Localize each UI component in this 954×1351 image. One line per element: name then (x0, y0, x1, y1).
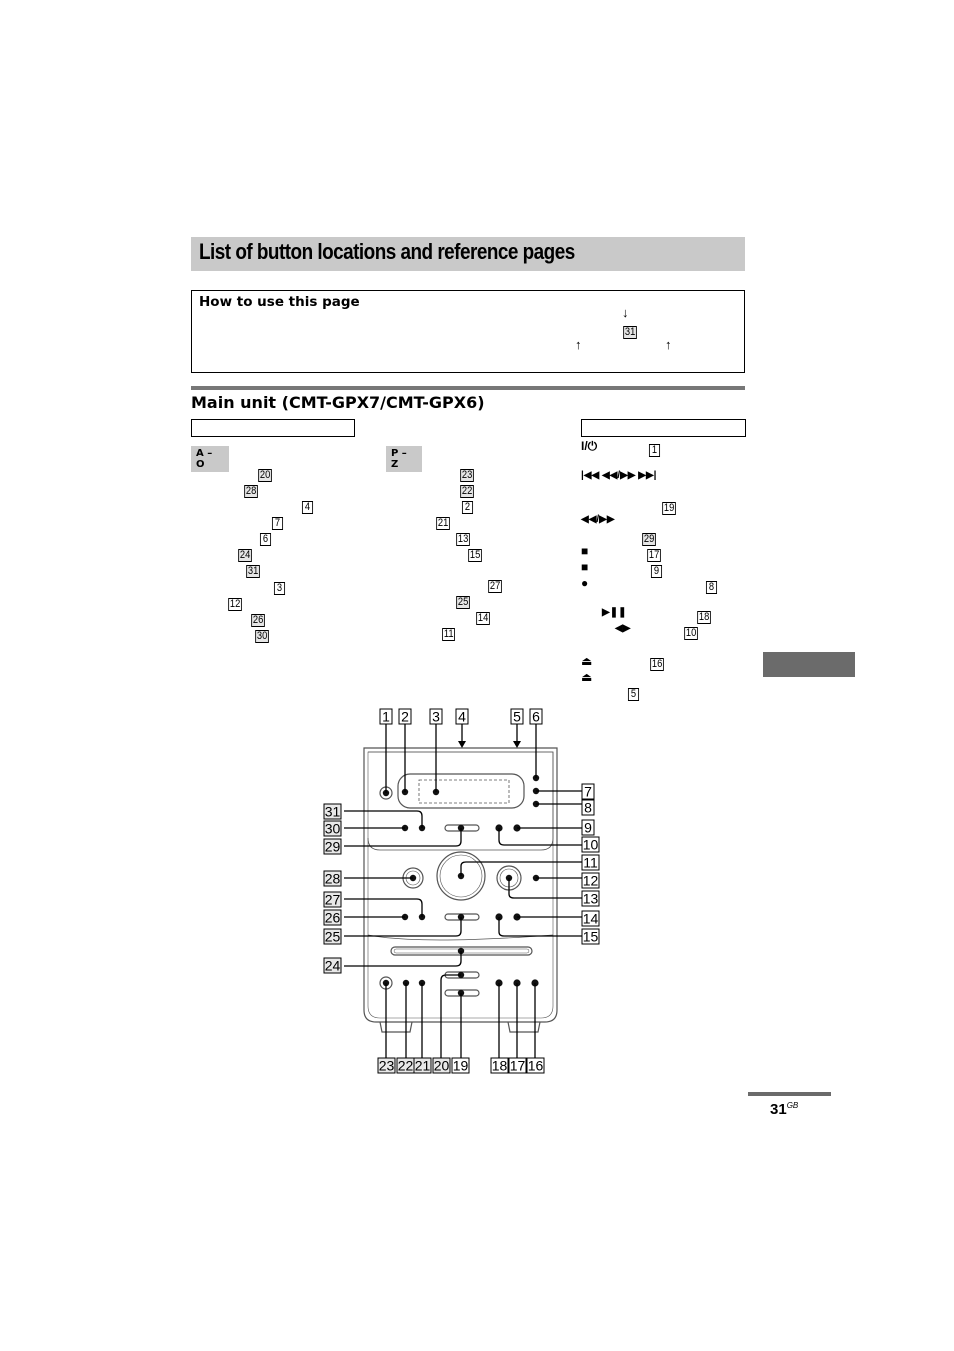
callout-label-4: 4 (458, 709, 466, 725)
unit-body-outline (363, 747, 558, 1023)
callout-label-22: 22 (398, 1058, 414, 1074)
callout-label-19: 19 (453, 1058, 469, 1074)
callout-label-23: 23 (379, 1058, 395, 1074)
callout-label-29: 29 (325, 839, 341, 855)
page-suffix: GB (786, 1101, 799, 1110)
callout-label-13: 13 (583, 891, 599, 907)
page-number-value: 31 (770, 1101, 787, 1118)
callout-label-21: 21 (415, 1058, 431, 1074)
callout-label-24: 24 (325, 958, 341, 974)
callout-label-26: 26 (325, 910, 341, 926)
callout-label-15: 15 (583, 929, 599, 945)
arrow-down-icon (513, 741, 521, 748)
callout-label-14: 14 (583, 911, 599, 927)
callout-label-18: 18 (492, 1058, 508, 1074)
callout-label-17: 17 (510, 1058, 526, 1074)
callout-label-3: 3 (432, 709, 440, 725)
callout-label-31: 31 (325, 804, 341, 820)
callout-label-12: 12 (583, 873, 599, 889)
callout-label-7: 7 (584, 784, 592, 800)
callout-label-11: 11 (583, 855, 598, 871)
callout-label-5: 5 (513, 709, 521, 725)
leader-lines (344, 723, 582, 1058)
main-unit-diagram: 1 2 3 4 5 6789101112131415313029282726252423 2… (323, 708, 600, 1074)
callout-label-16: 16 (528, 1058, 544, 1074)
callout-label-25: 25 (325, 929, 341, 945)
callout-label-8: 8 (584, 800, 592, 816)
arrow-down-icon (458, 741, 466, 748)
callout-label-9: 9 (584, 820, 592, 836)
callout-label-27: 27 (325, 892, 341, 908)
callout-label-6: 6 (532, 709, 540, 725)
callout-label-2: 2 (401, 709, 409, 725)
callout-label-20: 20 (434, 1058, 450, 1074)
callout-label-30: 30 (325, 821, 341, 837)
callout-label-10: 10 (583, 837, 599, 853)
page-number: 31GB (770, 1101, 798, 1118)
callout-label-28: 28 (325, 871, 341, 887)
callout-label-1: 1 (382, 709, 390, 725)
footer-rule (748, 1092, 831, 1096)
